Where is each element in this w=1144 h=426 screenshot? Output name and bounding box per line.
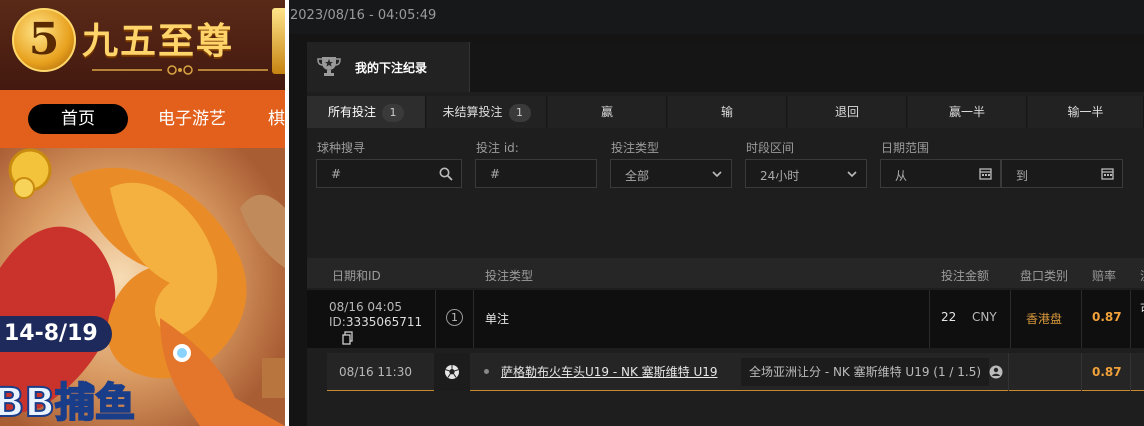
cell-divider [435,290,436,348]
col-amount: 投注金额 [941,269,990,283]
betting-app: 2023/08/16 - 04:05:49 我的下注纪录 所有投注 1 未结算投… [289,0,1144,426]
extra-value: 可 [1140,300,1144,317]
sport-search-input[interactable]: # [316,159,462,188]
odds-value: 0.87 [1092,310,1122,324]
bet-amount: 22 [941,310,957,324]
cell-divider [1081,290,1082,348]
time-range-label: 时段区间 [746,141,795,155]
bet-id-label: 投注 id: [476,141,519,155]
panel-title: 我的下注纪录 [355,61,428,75]
cell-divider [1010,290,1011,348]
date-range-label: 日期范围 [881,141,930,155]
soccer-ball-icon [445,365,459,379]
person-icon [989,365,1003,379]
col-extra: 流 [1140,267,1144,284]
logo-text[interactable]: 九五至尊 [82,12,234,64]
website-panel: 5 九五至尊 首页 电子游艺 棋 14-8/19 BB捕鱼 [0,0,285,426]
sport-search-label: 球种搜寻 [317,141,366,155]
cell-divider [1008,353,1009,391]
date-to-placeholder: 到 [1016,169,1029,183]
bet-type-select[interactable]: 全部 [610,159,732,188]
tab-half-lost[interactable]: 输一半 [1028,96,1144,128]
nav-item-slots[interactable]: 电子游艺 [158,104,226,134]
odds-type: 香港盘 [1026,312,1063,326]
bet-type: 单注 [485,312,510,326]
nav-item-home[interactable]: 首页 [28,104,128,134]
cell-divider [1081,353,1082,391]
col-odds-type: 盘口类别 [1020,269,1069,283]
tab-half-won[interactable]: 赢一半 [908,96,1027,128]
selection-count-badge: 1 [446,309,463,326]
chevron-down-icon [847,171,857,178]
match-link[interactable]: 萨格勒布火车头U19 - NK 塞斯维特 U19 [501,363,718,380]
logo-mark: 5 [28,14,60,65]
cell-divider [1130,353,1131,391]
date-from-placeholder: 从 [895,169,908,183]
logo-icon[interactable]: 5 [12,8,76,72]
bet-id-prefix: ID: [329,315,346,329]
tab-all-bets[interactable]: 所有投注 1 [307,96,426,128]
date-to-input[interactable]: 到 [1001,159,1123,188]
tab-lost[interactable]: 输 [668,96,787,128]
panel-header: 我的下注纪录 [307,42,1144,92]
sport-cell [434,353,470,391]
currency: CNY [972,310,997,324]
tab-label: 未结算投注 [442,105,503,119]
date-from-input[interactable]: 从 [880,159,1001,188]
col-date-id: 日期和ID [332,269,381,283]
market-label: 全场亚洲让分 - NK 塞斯维特 U19 (1 / 1.5) [741,358,990,386]
tab-label: 所有投注 [327,105,376,119]
bullet-dot [484,369,489,374]
calendar-icon[interactable] [1101,167,1114,180]
chevron-down-icon [712,171,722,178]
search-icon[interactable] [439,167,453,181]
bet-type-value: 全部 [625,169,650,183]
cell-divider [473,290,474,348]
table-header: 日期和ID 投注类型 投注金额 盘口类别 赔率 流 [307,258,1144,288]
col-bet-type: 投注类型 [485,269,534,283]
cell-divider [929,290,930,348]
bet-detail-row[interactable]: 08/16 11:30 萨格勒布火车头U19 - NK 塞斯维特 U19 全场亚… [327,353,1144,391]
bet-history-panel: 我的下注纪录 所有投注 1 未结算投注 1 赢 输 退回 赢一半 输一半 球种搜寻 … [307,42,1144,426]
match-time: 08/16 11:30 [339,365,412,379]
cell-divider [1130,290,1131,348]
result-tabs: 所有投注 1 未结算投注 1 赢 输 退回 赢一半 输一半 [307,96,1144,128]
tab-refund[interactable]: 退回 [788,96,907,128]
tab-won[interactable]: 赢 [548,96,667,128]
time-range-select[interactable]: 24小时 [745,159,867,188]
promo-date: 14-8/19 [0,316,112,352]
sport-search-value: # [331,167,342,181]
badge-icon [272,8,285,74]
tab-bet-history[interactable]: 我的下注纪录 [307,42,470,92]
site-header: 5 九五至尊 [0,0,285,90]
bet-id-input[interactable]: # [475,159,597,188]
bet-id-value: # [490,167,501,181]
promo-banner[interactable]: 14-8/19 BB捕鱼 [0,148,285,426]
time-range-value: 24小时 [760,169,800,183]
ornament-icon [92,65,268,75]
tab-count-badge: 1 [508,104,531,122]
date-id-cell: 08/16 04:05 ID:3335065711 [329,300,422,349]
tab-count-badge: 1 [382,104,404,122]
timestamp: 2023/08/16 - 04:05:49 [290,8,437,23]
bet-id: 3335065711 [345,315,423,329]
site-nav: 首页 电子游艺 棋 [0,90,285,148]
bet-type-label: 投注类型 [611,141,660,155]
nav-item-chess[interactable]: 棋 [268,104,285,134]
tab-unsettled[interactable]: 未结算投注 1 [427,96,547,128]
copy-icon[interactable] [341,331,355,345]
promo-title: BB捕鱼 [0,379,136,426]
time-bar: 2023/08/16 - 04:05:49 [289,0,1144,34]
table-row[interactable]: 08/16 04:05 ID:3335065711 1 单注 22 CNY 香港… [307,290,1144,348]
col-odds: 赔率 [1092,269,1117,283]
calendar-icon[interactable] [979,167,992,180]
trophy-icon [317,57,341,76]
detail-odds: 0.87 [1092,365,1122,379]
bet-date: 08/16 04:05 [329,300,402,314]
